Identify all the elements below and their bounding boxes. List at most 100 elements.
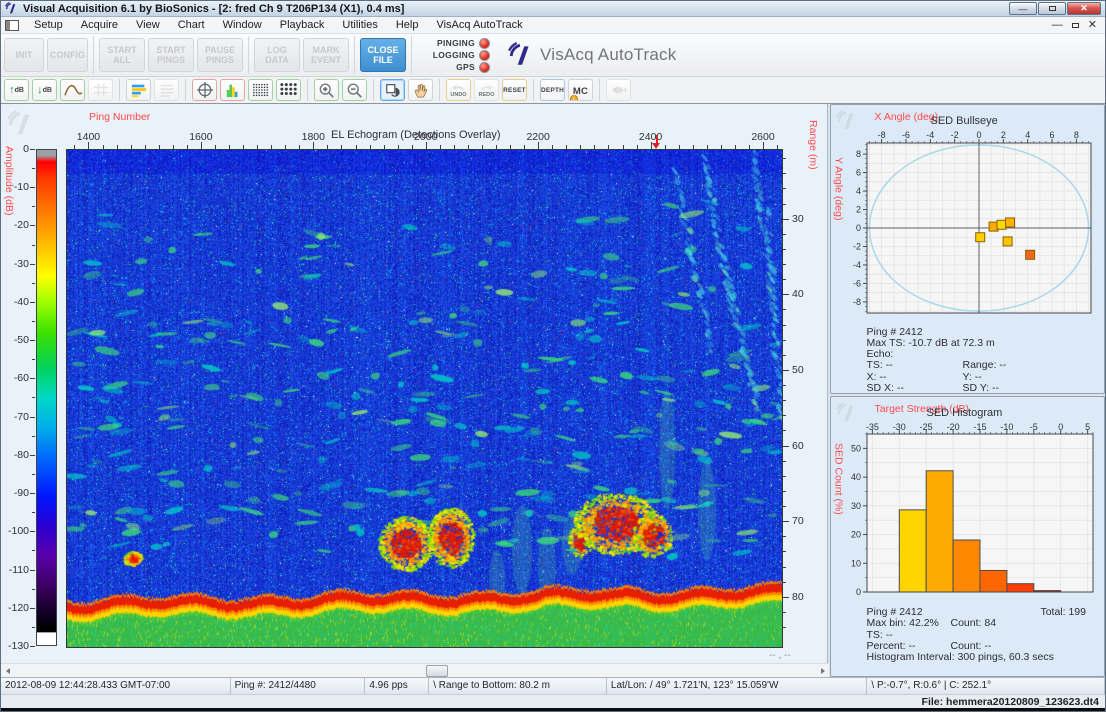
- pan-hand-icon[interactable]: [408, 79, 433, 101]
- overlay-mode-icon[interactable]: [380, 79, 405, 101]
- dots-dense-icon[interactable]: [248, 79, 273, 101]
- svg-text:-8: -8: [852, 297, 860, 307]
- menu-setup[interactable]: Setup: [25, 18, 72, 32]
- svg-text:-20: -20: [946, 422, 959, 432]
- svg-text:-4: -4: [926, 130, 934, 140]
- child-minimize-icon[interactable]: —: [1052, 20, 1063, 30]
- svg-text:20: 20: [850, 530, 860, 540]
- echogram-panel: Ping Number EL Echogram (Detections Over…: [1, 104, 828, 677]
- scroll-thumb[interactable]: [426, 665, 448, 677]
- dots-large-icon[interactable]: [276, 79, 301, 101]
- logging-indicator-label: LOGGING: [423, 50, 475, 60]
- sed-histogram-icon[interactable]: [220, 79, 245, 101]
- sed-target-point: [997, 220, 1006, 229]
- config-button: CONFIG: [47, 38, 88, 72]
- undo-button[interactable]: UNDO: [446, 79, 471, 101]
- svg-text:5: 5: [1085, 422, 1090, 432]
- menu-view[interactable]: View: [127, 18, 169, 32]
- menu-chart[interactable]: Chart: [169, 18, 214, 32]
- close-file-button[interactable]: CLOSE FILE: [360, 38, 406, 72]
- child-close-icon[interactable]: ✕: [1088, 20, 1097, 30]
- range-tick-label: 30: [792, 213, 804, 225]
- histogram-bar: [1006, 584, 1033, 592]
- restore-button[interactable]: [1038, 2, 1066, 15]
- zoom-in-icon[interactable]: [314, 79, 339, 101]
- range-tick-label: 70: [792, 515, 804, 527]
- svg-text:-35: -35: [865, 422, 878, 432]
- db-threshold-up-icon[interactable]: ↑dB: [4, 79, 29, 101]
- scroll-right-arrow[interactable]: [816, 665, 829, 677]
- echogram-horizontal-scrollbar[interactable]: [1, 663, 829, 677]
- child-window-icon[interactable]: [5, 20, 19, 31]
- svg-text:-5: -5: [1029, 422, 1037, 432]
- svg-text:2: 2: [1000, 130, 1005, 140]
- svg-text:-2: -2: [950, 130, 958, 140]
- menu-utilities[interactable]: Utilities: [333, 18, 386, 32]
- start-pings-button: START PINGS: [148, 38, 194, 72]
- reset-button[interactable]: RESET: [502, 79, 527, 101]
- menu-acquire[interactable]: Acquire: [72, 18, 127, 32]
- amplitude-tick-label: -130: [3, 640, 29, 652]
- amplitude-tick-label: -40: [3, 296, 29, 308]
- svg-text:4: 4: [855, 186, 860, 196]
- log-data-button: LOG DATA: [254, 38, 300, 72]
- db-threshold-down-icon[interactable]: ↓dB: [32, 79, 57, 101]
- mark-event-button: MARK EVENT: [303, 38, 349, 72]
- echogram-palette-icon[interactable]: [126, 79, 151, 101]
- child-restore-icon[interactable]: [1072, 23, 1079, 28]
- histogram-title: SED Histogram: [927, 407, 1003, 419]
- sed-bullseye-chart: -8-6-4-20246886420-2-4-6-8: [837, 129, 1099, 321]
- pause-pings-button: PAUSE PINGS: [197, 38, 243, 72]
- gps-indicator-label: GPS: [423, 62, 475, 72]
- status-indicators: PINGINGLOGGINGGPS: [423, 38, 490, 73]
- ping-number-axis-label: Ping Number: [89, 111, 150, 123]
- gps-led-icon: [479, 62, 490, 73]
- mc-button[interactable]: MCi: [568, 79, 593, 101]
- echogram-canvas[interactable]: [66, 149, 783, 648]
- brand-text: VisAcq AutoTrack: [540, 45, 676, 65]
- amplitude-tick-label: -100: [3, 525, 29, 537]
- chart-toolbar: ↑dB↓dB UNDOREDORESET DEPTHMCi: [1, 77, 1105, 104]
- svg-text:0: 0: [855, 223, 860, 233]
- amplitude-tick-label: -90: [3, 487, 29, 499]
- svg-text:-8: -8: [877, 130, 885, 140]
- svg-text:-30: -30: [892, 422, 905, 432]
- menu-window[interactable]: Window: [214, 18, 271, 32]
- status-segment: 2012-08-09 12:44:28.433 GMT-07:00: [1, 678, 231, 694]
- bullseye-crosshair-icon[interactable]: [192, 79, 217, 101]
- amplitude-tick-label: -50: [3, 334, 29, 346]
- scroll-left-arrow[interactable]: [1, 665, 14, 677]
- depth-button[interactable]: DEPTH: [540, 79, 565, 101]
- cursor-readout: -- , --: [769, 650, 791, 661]
- pinging-led-icon: [479, 38, 490, 49]
- svg-text:-15: -15: [973, 422, 986, 432]
- logging-led-icon: [479, 50, 490, 61]
- zoom-out-icon[interactable]: [342, 79, 367, 101]
- minimize-button[interactable]: —: [1009, 2, 1037, 15]
- svg-text:50: 50: [850, 443, 860, 453]
- svg-text:2: 2: [855, 205, 860, 215]
- sed-target-point: [975, 233, 984, 242]
- menu-playback[interactable]: Playback: [271, 18, 334, 32]
- svg-text:30: 30: [850, 501, 860, 511]
- range-tick-label: 40: [792, 288, 804, 300]
- status-segment: 4.96 pps: [365, 678, 429, 694]
- visacq-autotrack-brand: VisAcq AutoTrack: [508, 42, 676, 68]
- tvg-curve-icon[interactable]: [60, 79, 85, 101]
- redo-button: REDO: [474, 79, 499, 101]
- svg-text:10: 10: [850, 558, 860, 568]
- menu-visacq-autotrack[interactable]: VisAcq AutoTrack: [427, 18, 531, 32]
- menu-help[interactable]: Help: [387, 18, 428, 32]
- close-button[interactable]: ✕: [1067, 2, 1101, 15]
- amplitude-tick-label: -60: [3, 372, 29, 384]
- current-file-name: File: hemmera20120809_123623.dt4: [922, 696, 1105, 708]
- range-axis-label: Range (m): [807, 120, 819, 170]
- svg-text:0: 0: [976, 130, 981, 140]
- status-bar: 2012-08-09 12:44:28.433 GMT-07:00Ping #:…: [1, 677, 1105, 694]
- start-all-button: START ALL: [99, 38, 145, 72]
- visual-acquisition-window: Visual Acquisition 6.1 by BioSonics - [2…: [0, 0, 1106, 712]
- visacq-logo-icon: [508, 42, 534, 68]
- svg-text:-2: -2: [852, 241, 860, 251]
- amplitude-tick-label: -80: [3, 449, 29, 461]
- svg-text:-6: -6: [852, 278, 860, 288]
